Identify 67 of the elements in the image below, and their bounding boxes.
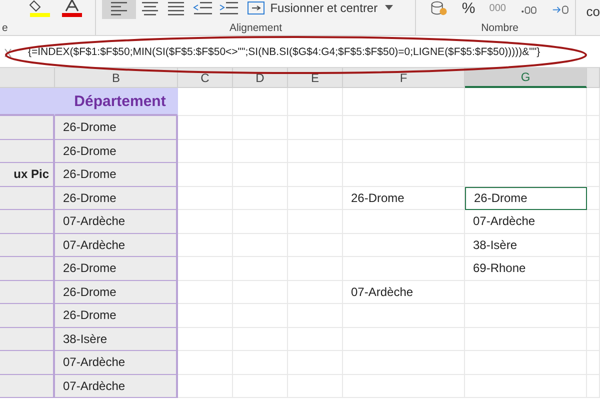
grid-cell[interactable] <box>178 351 233 374</box>
grid-cell[interactable] <box>178 328 233 351</box>
ribbon-label: co <box>586 4 600 19</box>
decrease-indent-icon[interactable] <box>192 0 214 16</box>
grid-cell[interactable] <box>343 163 465 186</box>
database-icon[interactable] <box>430 0 448 16</box>
column-header[interactable]: G <box>465 68 587 88</box>
table-cell: 69-Rhone <box>465 257 587 280</box>
grid-cell[interactable] <box>587 88 600 116</box>
caret-icon[interactable] <box>384 5 393 11</box>
grid-cell[interactable] <box>178 210 233 234</box>
percent-style-button[interactable]: % <box>462 0 476 16</box>
fill-color-icon[interactable] <box>28 0 52 17</box>
grid-cell[interactable] <box>288 88 343 116</box>
column-header[interactable]: B <box>55 68 178 88</box>
font-color-icon[interactable] <box>60 0 84 17</box>
table-cell: 26-Drome <box>55 304 178 328</box>
increase-indent-icon[interactable] <box>218 0 240 16</box>
align-left-icon <box>109 0 130 16</box>
grid-cell[interactable] <box>587 210 600 234</box>
grid-cell[interactable] <box>178 116 233 140</box>
merge-center-button[interactable]: Fusionner et centrer <box>244 0 381 19</box>
table-cell: 38-Isère <box>55 328 178 351</box>
column-header[interactable]: F <box>343 68 465 88</box>
table-cell: 07-Ardèche <box>465 210 587 234</box>
group-label: e <box>1 22 9 34</box>
column-header[interactable]: D <box>233 68 288 88</box>
table-cell: 26-Drome <box>465 186 587 210</box>
table-cell: 07-Ardèche <box>55 234 178 257</box>
table-cell: 07-Ardèche <box>55 210 178 234</box>
table-cell: 07-Ardèche <box>343 280 465 304</box>
group-label: Nombre <box>480 22 520 34</box>
column-header[interactable] <box>0 68 55 88</box>
table-cell: 07-Ardèche <box>55 374 178 398</box>
grid-cell[interactable] <box>178 234 233 257</box>
grid-cell[interactable] <box>343 210 465 234</box>
grid-cell[interactable] <box>178 374 233 398</box>
align-left-button[interactable] <box>102 0 136 19</box>
grid-cell[interactable] <box>178 280 233 304</box>
grid-cell[interactable] <box>587 186 600 210</box>
merge-icon <box>247 1 266 15</box>
table-cell: 26-Drome <box>55 186 178 210</box>
grid-cell[interactable] <box>178 257 233 280</box>
grid-cell[interactable] <box>233 88 288 116</box>
table-cell: 26-Drome <box>343 186 465 210</box>
grid-cell[interactable] <box>465 163 587 186</box>
grid-cell[interactable] <box>178 304 233 328</box>
grid-cell[interactable] <box>178 186 233 210</box>
table-cell: 26-Drome <box>55 163 178 186</box>
table-cell: 38-Isère <box>465 234 587 257</box>
grid-cell[interactable] <box>465 88 587 116</box>
grid-cell[interactable] <box>178 88 233 116</box>
table-cell: 26-Drome <box>55 280 178 304</box>
column-header[interactable]: C <box>178 68 233 88</box>
grid-cell[interactable] <box>178 163 233 186</box>
column-header[interactable] <box>587 68 600 88</box>
table-cell: ux Pic <box>0 163 55 186</box>
table-cell: 26-Drome <box>55 257 178 280</box>
table-cell: 26-Drome <box>55 116 178 140</box>
table-header-cell: Département <box>55 88 178 116</box>
column-header[interactable]: E <box>288 68 343 88</box>
grid-cell[interactable] <box>343 88 465 116</box>
grid-cell[interactable] <box>587 163 600 186</box>
grid-cell[interactable] <box>178 140 233 163</box>
table-cell: 07-Ardèche <box>55 351 178 374</box>
table-cell: 26-Drome <box>55 140 178 163</box>
group-label: Alignement <box>228 22 283 34</box>
